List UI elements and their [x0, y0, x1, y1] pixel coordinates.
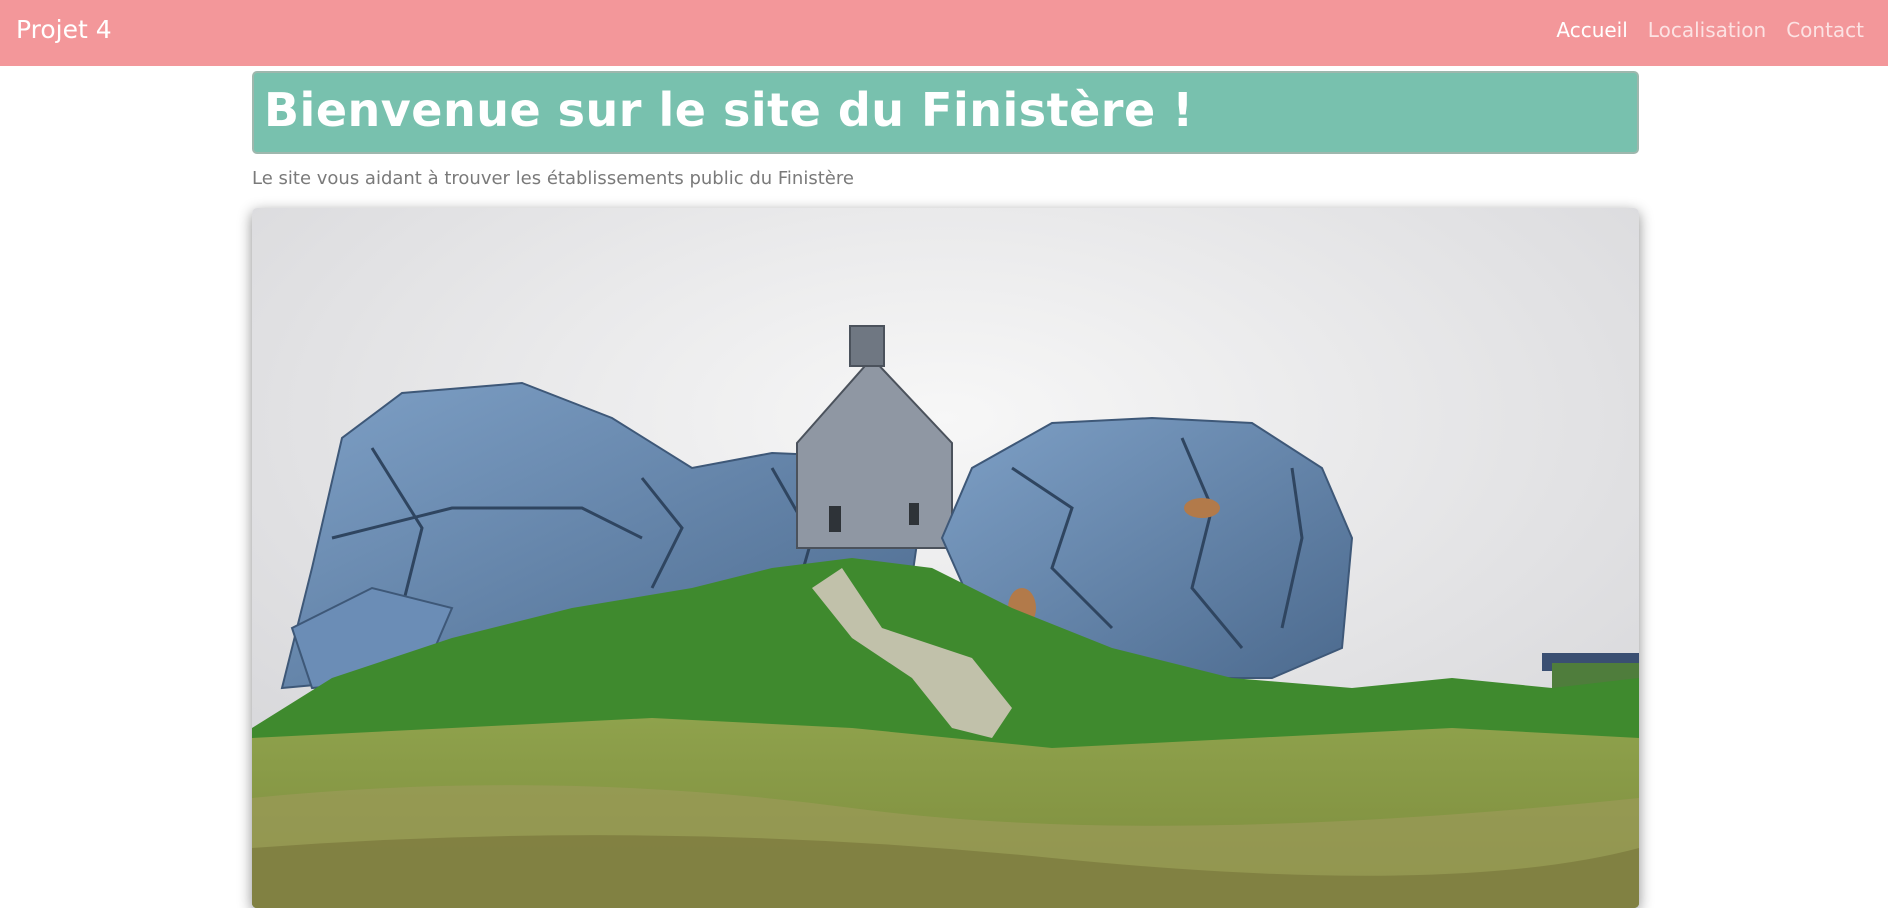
- nav-link-contact[interactable]: Contact: [1786, 18, 1864, 42]
- hero-image: [252, 208, 1639, 908]
- header-banner: Bienvenue sur le site du Finistère !: [252, 71, 1639, 154]
- brand-link[interactable]: Projet 4: [16, 15, 112, 44]
- main-container: Bienvenue sur le site du Finistère ! Le …: [252, 71, 1639, 908]
- landscape-illustration: [252, 208, 1639, 908]
- page-subtitle: Le site vous aidant à trouver les établi…: [252, 168, 854, 189]
- navbar: Projet 4 Accueil Localisation Contact: [0, 0, 1888, 66]
- nav-link-accueil[interactable]: Accueil: [1556, 18, 1627, 42]
- nav-link-localisation[interactable]: Localisation: [1648, 18, 1766, 42]
- page-title: Bienvenue sur le site du Finistère !: [264, 83, 1194, 137]
- nav-links: Accueil Localisation Contact: [1556, 18, 1864, 42]
